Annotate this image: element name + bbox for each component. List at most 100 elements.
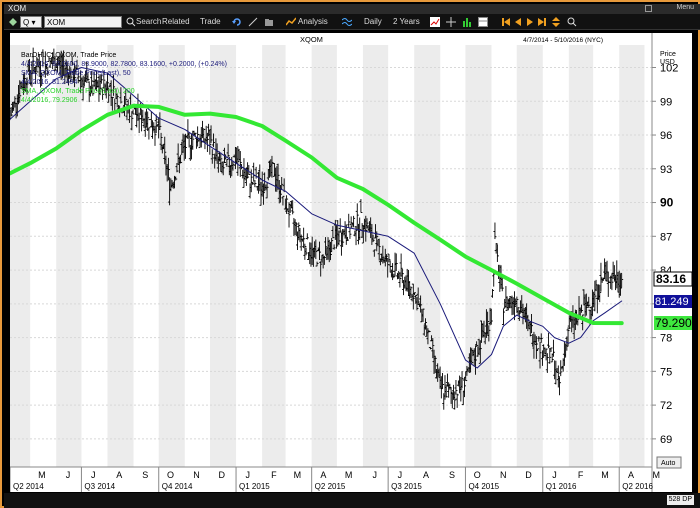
month-tick-label: M — [652, 470, 660, 480]
symbol-input[interactable]: XOM — [44, 16, 122, 28]
month-tick-label: D — [525, 470, 532, 480]
month-tick-label: F — [271, 470, 277, 480]
price-axis-label: Price — [660, 51, 676, 58]
month-band — [262, 45, 286, 467]
chart-symbol-title: XQOM — [300, 35, 323, 44]
data-points-badge: 528 DP — [666, 495, 694, 505]
range-select[interactable]: 2 Years — [393, 16, 420, 28]
bar-chart-icon[interactable] — [462, 17, 472, 27]
month-tick-label: F — [578, 470, 584, 480]
folder-icon[interactable] — [264, 17, 274, 27]
month-tick-label: M — [601, 470, 609, 480]
chart-style-icon[interactable] — [430, 17, 440, 27]
legend-bar-values: 4/4/2016, 83.0600, 83.9000, 82.7800, 83.… — [21, 61, 227, 68]
month-tick-label: N — [193, 470, 200, 480]
scroll-end-icon[interactable] — [537, 17, 547, 27]
search-icon — [126, 17, 136, 27]
quarter-label: Q4 2015 — [468, 482, 499, 491]
month-tick-label: A — [423, 470, 429, 480]
month-band — [209, 45, 237, 467]
quarter-label: Q3 2015 — [391, 482, 422, 491]
month-band — [362, 45, 389, 467]
legend-sma200-series: SMA, QXOM, Trade Price(Last), 200 — [21, 88, 135, 95]
y-tick-label: 72 — [660, 400, 672, 412]
legend-sma50-series: SMA, QXOM, Trade Price(Last), 50 — [21, 70, 131, 77]
month-tick-label: S — [142, 470, 148, 480]
month-tick-label: J — [246, 470, 251, 480]
zoom-vertical-icon[interactable] — [551, 17, 561, 27]
menu-button[interactable]: Menu — [676, 4, 694, 11]
zoom-in-icon[interactable] — [567, 17, 577, 27]
quarter-label: Q1 2016 — [546, 482, 577, 491]
security-type-icon[interactable] — [8, 17, 18, 27]
y-tick-label: 69 — [660, 434, 672, 446]
legend-sma200-value: 4/4/2016, 79.2906 — [21, 97, 78, 104]
month-tick-label: J — [91, 470, 96, 480]
month-tick-label: M — [38, 470, 46, 480]
price-chart[interactable]: 6972757881848790939699102 MJJASONDJFMAMJ… — [8, 33, 693, 492]
last-price-value: 83.16 — [656, 272, 686, 286]
month-band — [465, 45, 492, 467]
window-title: XOM — [8, 4, 27, 13]
window-titlebar: XOM Menu — [4, 4, 700, 14]
quarter-label: Q3 2014 — [84, 482, 115, 491]
trade-menu[interactable]: Trade — [200, 16, 221, 28]
security-type-value: Q — [23, 18, 30, 27]
sma200-price-value: 79.290 — [655, 316, 692, 330]
sma50-price-value: 81.249 — [655, 296, 689, 308]
table-icon[interactable] — [478, 17, 488, 27]
legend-bar-series: BarOHLC, QXOM, Trade Price — [21, 52, 116, 59]
chevron-down-icon: ▾ — [31, 18, 36, 27]
month-band — [414, 45, 441, 467]
sma50-price-tag: 81.249 — [654, 295, 692, 308]
quarter-label: Q2 2014 — [13, 482, 44, 491]
month-band — [568, 45, 594, 467]
month-tick-label: A — [628, 470, 634, 480]
month-tick-label: O — [474, 470, 481, 480]
auto-scale-button[interactable]: Auto — [656, 456, 682, 469]
status-bar: 528 DP — [4, 493, 700, 508]
month-tick-label: J — [66, 470, 71, 480]
draw-line-icon[interactable] — [248, 17, 258, 27]
quarter-label: Q2 2015 — [315, 482, 346, 491]
month-band — [56, 45, 82, 467]
scroll-left-icon[interactable] — [513, 17, 523, 27]
y-tick-label: 87 — [660, 231, 672, 243]
y-tick-label: 99 — [660, 96, 672, 108]
scroll-start-icon[interactable] — [501, 17, 511, 27]
month-tick-label: J — [552, 470, 557, 480]
analysis-menu[interactable]: Analysis — [298, 16, 328, 28]
month-tick-label: S — [449, 470, 455, 480]
sma200-price-tag: 79.290 — [654, 316, 692, 330]
month-tick-label: M — [294, 470, 302, 480]
quarter-label: Q1 2015 — [239, 482, 270, 491]
legend-sma50-value: 4/4/2016, 81.2494 — [21, 79, 78, 86]
undo-icon[interactable] — [232, 17, 242, 27]
related-menu[interactable]: Related — [162, 16, 190, 28]
month-tick-label: O — [167, 470, 174, 480]
studies-icon[interactable] — [341, 17, 353, 27]
y-tick-label: 96 — [660, 130, 672, 142]
month-tick-label: M — [345, 470, 353, 480]
chart-date-range: 4/7/2014 - 5/10/2016 (NYC) — [523, 37, 603, 44]
month-tick-label: J — [372, 470, 377, 480]
price-axis-unit: USD — [660, 59, 675, 66]
search-button[interactable]: Search — [136, 16, 161, 28]
month-band — [516, 45, 543, 467]
security-type-select[interactable]: Q ▾ — [20, 16, 42, 28]
chart-window: XOM Menu Q ▾ XOM Search Related Trade An… — [0, 0, 700, 508]
y-tick-label: 78 — [660, 333, 672, 345]
month-tick-label: A — [320, 470, 326, 480]
popout-window-icon[interactable] — [645, 5, 652, 12]
month-tick-label: N — [500, 470, 507, 480]
toolbar: Q ▾ XOM Search Related Trade Analysis Da… — [4, 14, 700, 30]
crosshair-icon[interactable] — [446, 17, 456, 27]
month-tick-label: J — [398, 470, 403, 480]
interval-select[interactable]: Daily — [364, 16, 382, 28]
scroll-right-icon[interactable] — [525, 17, 535, 27]
chart-panel[interactable]: 6972757881848790939699102 MJJASONDJFMAMJ… — [8, 33, 693, 492]
month-tick-label: D — [219, 470, 226, 480]
y-tick-label: 93 — [660, 164, 672, 176]
y-tick-label: 75 — [660, 366, 672, 378]
month-tick-label: A — [116, 470, 122, 480]
